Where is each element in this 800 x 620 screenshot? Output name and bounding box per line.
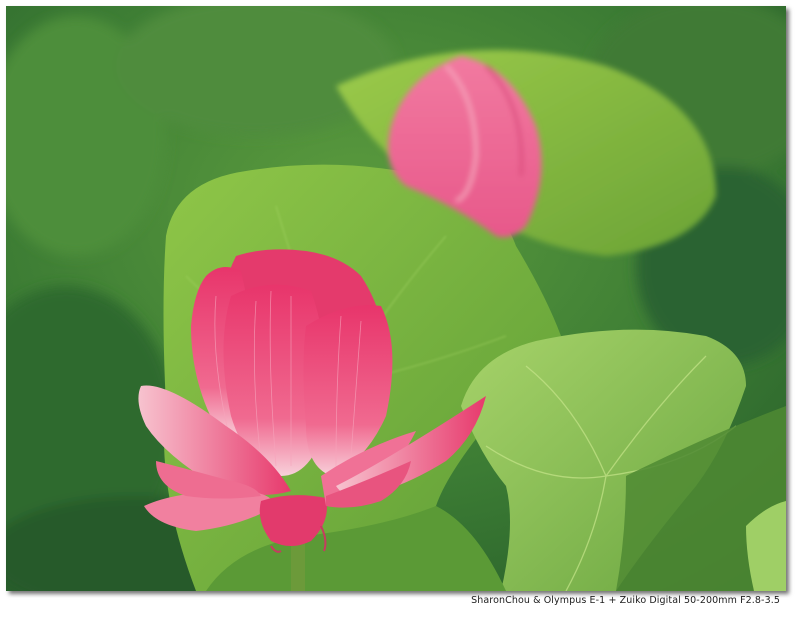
photo-frame: SharonChou & Olympus E-1 + Zuiko Digital…	[0, 0, 800, 620]
lotus-photo-image	[6, 6, 786, 591]
photo-credit-caption: SharonChou & Olympus E-1 + Zuiko Digital…	[471, 595, 780, 606]
lotus-photo	[6, 6, 786, 591]
